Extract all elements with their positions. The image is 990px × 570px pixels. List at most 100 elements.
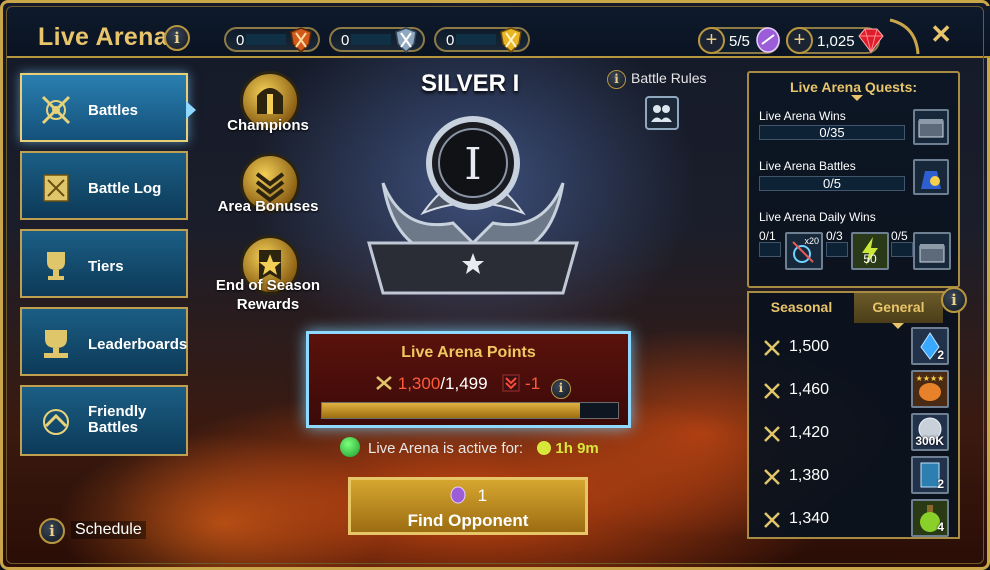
daily-wins-label: Live Arena Daily Wins — [759, 210, 876, 224]
current-points: 1,300 — [397, 374, 441, 393]
find-cost: 1 — [351, 486, 585, 506]
sidebar-item-battles[interactable]: Battles — [20, 73, 196, 142]
top-bar: Live Arena i 0 0 0 + 5/5 + 1,025 ✕ — [6, 6, 990, 58]
counter-bar — [456, 34, 496, 45]
quests-panel: Live Arena Quests: Live Arena Wins 0/35 … — [747, 71, 960, 288]
points-info-icon[interactable]: i — [550, 379, 571, 399]
area-bonuses-label: Area Bonuses — [217, 198, 319, 215]
gems-resource: + 1,025 — [786, 27, 884, 54]
energy-value: 5/5 — [729, 33, 750, 50]
schedule-label: Schedule — [71, 521, 146, 539]
game-screen: Live Arena i 0 0 0 + 5/5 + 1,025 ✕ Battl… — [0, 0, 990, 570]
tier-numeral: I — [464, 139, 481, 190]
chest-icon — [918, 119, 944, 138]
rewards-panel: Seasonal General i 1,500 2 1,460 ★★★★ 1,… — [747, 287, 967, 539]
reward-row: 1,340 4 — [759, 499, 949, 539]
champions-label: Champions — [227, 117, 309, 134]
reward-row: 1,500 2 — [759, 327, 949, 367]
sidebar-item-label: Friendly Battles — [88, 403, 147, 436]
frame-ornament-icon — [889, 18, 920, 55]
chest-icon — [919, 244, 945, 263]
quest-reward-chest[interactable] — [913, 109, 949, 145]
add-energy-button[interactable]: + — [698, 27, 725, 54]
gems-value: 1,025 — [817, 33, 855, 50]
energy-resource: + 5/5 — [698, 27, 780, 54]
daily-reward-3[interactable] — [913, 232, 951, 270]
ruby-icon — [858, 28, 884, 54]
bronze-shield-icon — [290, 27, 312, 53]
sidebar-item-leaderboards[interactable]: Leaderboards — [20, 307, 188, 376]
handshake-icon — [43, 409, 69, 435]
active-time: 1h 9m — [555, 440, 599, 457]
sidebar-item-friendly-battles[interactable]: Friendly Battles — [20, 385, 188, 456]
users-icon — [651, 105, 672, 122]
sidebar-item-label: Leaderboards — [88, 336, 188, 353]
reward-count: 4 — [937, 520, 944, 534]
reward-row: 1,380 2 — [759, 456, 949, 496]
reward-item[interactable]: ★★★★ — [911, 370, 949, 408]
page-title: Live Arena — [38, 23, 168, 51]
reward-points: 1,340 — [789, 510, 830, 527]
daily-step-bar — [759, 242, 781, 257]
rewards-info-icon[interactable]: i — [941, 287, 967, 313]
schedule-button[interactable]: i Schedule — [39, 518, 154, 544]
reward-item[interactable]: 2 — [911, 456, 949, 494]
sidebar-item-label: Battles — [88, 102, 139, 119]
reward-item[interactable]: 4 — [911, 499, 949, 537]
tab-seasonal[interactable]: Seasonal — [749, 293, 854, 323]
quest-label: Live Arena Wins — [759, 109, 846, 123]
daily-reward-1[interactable]: x20 — [785, 232, 823, 270]
crossed-axes-icon — [41, 95, 71, 125]
points-progress-bar — [321, 402, 619, 419]
close-icon[interactable]: ✕ — [930, 19, 952, 50]
gold-token-count: 0 — [446, 32, 455, 49]
daily-reward-2[interactable]: 50 — [851, 232, 889, 270]
arena-points-panel: Live Arena Points 1,300/1,499 -1 i — [306, 331, 631, 428]
token-counter-silver: 0 — [329, 27, 425, 53]
sidebar-item-tiers[interactable]: Tiers — [20, 229, 188, 298]
find-opponent-button[interactable]: 1 Find Opponent — [348, 477, 588, 535]
sidebar-item-label: Battle Log — [88, 180, 162, 197]
active-label: Live Arena is active for: — [368, 440, 524, 457]
arena-token-icon — [756, 27, 780, 53]
chicken-icon: ★★★★ — [916, 374, 945, 401]
arena-active-status: Live Arena is active for: 1h 9m — [340, 437, 599, 457]
info-icon[interactable]: i — [164, 25, 190, 51]
quest-progress: 0/35 — [759, 125, 905, 140]
reward-row: 1,460 ★★★★ — [759, 370, 949, 410]
reward-item[interactable]: 300K — [911, 413, 949, 451]
clock-icon — [537, 441, 552, 455]
team-setup-button[interactable] — [645, 96, 679, 130]
potion-bag-icon — [921, 171, 941, 189]
reward-count: 300K — [915, 434, 944, 448]
reward-item[interactable]: 2 — [911, 327, 949, 365]
reward-points: 1,500 — [789, 338, 830, 355]
svg-text:★★★★: ★★★★ — [916, 374, 945, 383]
battle-rules-info-icon[interactable]: i — [607, 70, 626, 89]
crossed-swords-icon — [764, 340, 780, 356]
silver-tier-emblem-icon: I — [367, 116, 579, 295]
rank-down-icon — [502, 374, 520, 392]
sidebar-item-battle-log[interactable]: Battle Log — [20, 151, 188, 220]
daily-step-bar — [891, 242, 913, 257]
counter-bar — [351, 34, 391, 45]
token-counter-bronze: 0 — [224, 27, 320, 53]
daily-step-2: 0/3 — [826, 229, 843, 243]
crossed-swords-icon — [764, 469, 780, 485]
active-indicator — [186, 101, 196, 119]
reward-points: 1,380 — [789, 467, 830, 484]
find-opponent-label: Find Opponent — [407, 511, 529, 530]
quest-progress: 0/5 — [759, 176, 905, 191]
quest-reward-bag[interactable] — [913, 159, 949, 195]
reward-count: 2 — [937, 477, 944, 491]
points-progress-fill — [322, 403, 580, 418]
rewards-tabs: Seasonal General i — [749, 287, 967, 329]
bronze-token-count: 0 — [236, 32, 245, 49]
silver-token-count: 0 — [341, 32, 350, 49]
battle-rules-link[interactable]: Battle Rules — [631, 70, 706, 86]
tab-general[interactable]: General — [854, 293, 943, 323]
add-gems-button[interactable]: + — [786, 27, 813, 54]
daily-step-3: 0/5 — [891, 229, 908, 243]
reward-count: x20 — [804, 236, 819, 246]
arena-token-icon — [450, 486, 466, 504]
